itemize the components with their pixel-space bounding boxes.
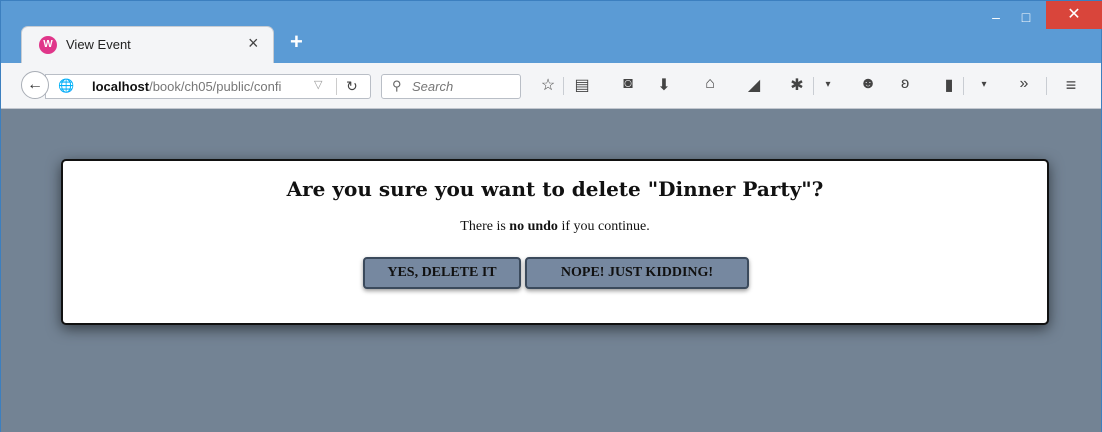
back-button[interactable]: ← <box>21 71 49 99</box>
clipboard-icon[interactable]: ▮ <box>938 75 960 95</box>
toolbar-separator <box>963 77 964 95</box>
search-icon: ⚲ <box>392 78 402 93</box>
search-placeholder: Search <box>412 79 454 94</box>
chat-icon[interactable]: ☻ <box>857 75 879 93</box>
message-prefix: There is <box>460 219 510 234</box>
dialog-title: Are you sure you want to delete "Dinner … <box>286 177 824 201</box>
menu-icon[interactable]: ≡ <box>1060 75 1082 96</box>
overflow-icon[interactable]: » <box>1013 75 1035 93</box>
search-input[interactable]: ⚲ Search <box>381 74 521 99</box>
close-window-button[interactable]: ✕ <box>1046 1 1102 29</box>
extension-dropdown-icon[interactable]: ▾ <box>817 79 839 90</box>
page-content: Are you sure you want to delete "Dinner … <box>1 109 1101 432</box>
maximize-button[interactable]: □ <box>1011 7 1041 27</box>
wolf-icon: W <box>39 36 57 54</box>
message-suffix: if you continue. <box>557 219 650 234</box>
toolbar-separator <box>813 77 814 95</box>
dialog-message: There is no undo if you continue. <box>63 219 1047 235</box>
confirm-delete-button[interactable]: YES, DELETE IT <box>363 257 521 289</box>
url-dropdown-icon[interactable]: ▽ <box>314 78 322 91</box>
toolbar-separator <box>563 77 564 95</box>
reload-icon[interactable]: ↻ <box>346 78 358 95</box>
confirm-delete-dialog: Are you sure you want to delete "Dinner … <box>61 159 1049 325</box>
download-icon[interactable]: ⬇ <box>653 75 675 95</box>
url-text: localhost/book/ch05/public/confi <box>92 79 281 94</box>
title-bar: W View Event × + – □ ✕ <box>1 1 1102 64</box>
addon-icon[interactable]: ʚ <box>894 75 916 93</box>
tab-title: View Event <box>66 37 131 52</box>
clipboard-dropdown-icon[interactable]: ▾ <box>973 79 995 90</box>
reading-list-icon[interactable]: ▤ <box>571 75 593 95</box>
pocket-icon[interactable]: ◙ <box>617 75 639 93</box>
tab-close-icon[interactable]: × <box>248 33 259 54</box>
send-icon[interactable]: ◢ <box>743 75 765 95</box>
star-icon[interactable]: ☆ <box>537 75 559 95</box>
browser-window: W View Event × + – □ ✕ 🌐 localhost/book/… <box>0 0 1102 432</box>
home-icon[interactable]: ⌂ <box>699 75 721 93</box>
globe-icon: 🌐 <box>58 78 75 93</box>
extension-icon[interactable]: ✱ <box>786 75 808 95</box>
address-bar[interactable]: 🌐 localhost/book/ch05/public/confi ▽ ↻ <box>45 74 371 99</box>
minimize-button[interactable]: – <box>981 7 1011 27</box>
navigation-toolbar: 🌐 localhost/book/ch05/public/confi ▽ ↻ ←… <box>1 63 1101 109</box>
cancel-button[interactable]: NOPE! JUST KIDDING! <box>525 257 749 289</box>
message-emphasis: no undo <box>509 219 558 234</box>
url-separator <box>336 78 337 95</box>
new-tab-button[interactable]: + <box>290 29 303 55</box>
url-path: /book/ch05/public/confi <box>149 79 282 94</box>
toolbar-separator <box>1046 77 1047 95</box>
url-host: localhost <box>92 79 150 94</box>
tab-view-event[interactable]: W View Event × <box>21 26 274 64</box>
back-arrow-icon: ← <box>27 76 43 93</box>
